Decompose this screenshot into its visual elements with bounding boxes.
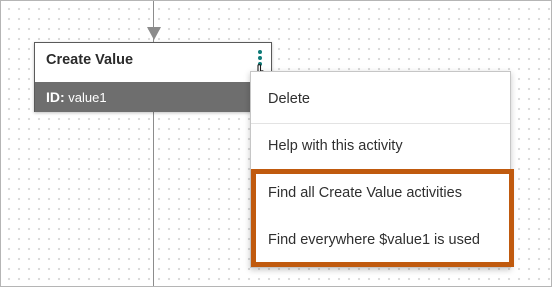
menu-item-delete[interactable]: Delete <box>251 76 510 123</box>
menu-item-help[interactable]: Help with this activity <box>251 123 510 170</box>
menu-item-find-all-activities[interactable]: Find all Create Value activities <box>251 170 510 217</box>
activity-id-label: ID: <box>46 89 65 105</box>
activity-title: Create Value <box>46 52 134 68</box>
flow-arrow-icon <box>147 27 161 40</box>
menu-item-find-variable-usages[interactable]: Find everywhere $value1 is used <box>251 217 510 264</box>
activity-card-create-value[interactable]: Create Value ID: value1 <box>34 42 272 112</box>
activity-context-menu: Delete Help with this activity Find all … <box>250 71 511 268</box>
activity-id-bar: ID: value1 <box>35 82 271 112</box>
activity-id-value: value1 <box>68 90 107 105</box>
